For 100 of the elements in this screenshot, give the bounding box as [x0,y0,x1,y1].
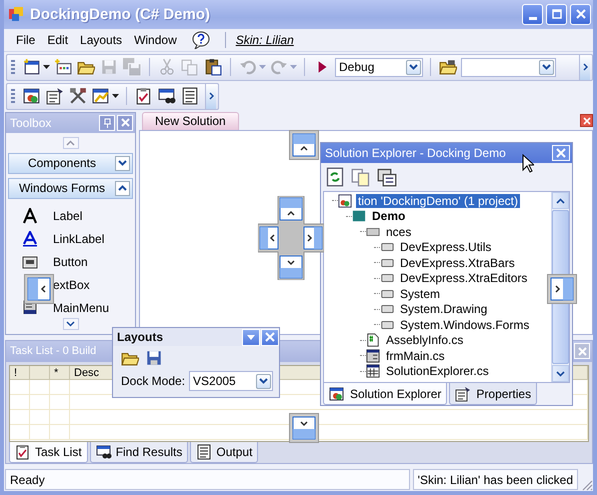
dock-left-icon[interactable] [24,274,54,304]
dock-bottom-icon[interactable] [289,413,319,443]
toolbar-overflow-button[interactable] [579,54,590,80]
panel-tab[interactable]: Find Results [90,442,188,463]
paste-icon[interactable] [204,58,222,76]
minimize-button[interactable] [522,4,543,25]
close-icon [582,116,590,125]
tree-item[interactable]: Demo [370,209,408,224]
new-item-icon[interactable] [54,58,72,76]
tools-icon[interactable] [69,87,87,106]
pin-button[interactable] [99,114,115,131]
menu-item[interactable]: Edit [41,30,74,49]
tree-item[interactable]: System.Windows.Forms [398,318,532,332]
tree-item[interactable]: DevExpress.XtraEditors [398,271,530,286]
dropdown-arrow-icon[interactable] [43,65,50,70]
toolbox-group[interactable]: Components [8,152,133,174]
menu-item[interactable]: Window [128,30,183,49]
class-file-icon [366,364,380,378]
tree-item[interactable]: System.Drawing [398,302,490,316]
configuration-dropdown[interactable]: Debug [335,58,423,77]
toolbox-item[interactable]: Label [53,208,82,223]
dock-mode-dropdown[interactable]: VS2005 [189,371,273,391]
panel-tab[interactable]: Task List [9,442,88,463]
menu-button[interactable] [242,328,260,346]
chevron-right-icon [208,92,214,100]
toolbox-item[interactable]: MainMenu [53,300,110,314]
chart-window-icon[interactable] [92,87,110,106]
tree-item[interactable]: DevExpress.Utils [398,240,494,254]
app-icon [8,6,24,22]
field-label: Dock Mode: [121,374,186,388]
document-icon[interactable] [181,87,199,106]
dropdown-arrow-icon[interactable] [112,94,119,98]
toolbar-overflow-button[interactable] [205,84,216,109]
toolbox-item[interactable]: extBox [53,278,90,292]
toolbox-item[interactable]: LinkLabel [53,232,104,246]
binoculars-window-icon [96,444,112,460]
palette-window-icon [329,386,345,402]
code-file-icon [366,333,380,348]
palette-window-icon[interactable] [23,87,41,106]
dock-guide-drawing[interactable] [258,196,324,280]
save-icon[interactable] [145,349,163,367]
close-button[interactable] [261,328,279,346]
panel-tab[interactable]: Solution Explorer [323,383,448,405]
refresh-icon[interactable] [325,167,345,187]
close-icon [578,346,586,356]
panel-title: Toolbox [10,116,52,130]
skin-link[interactable]: Skin: Lilian [234,32,296,47]
document-tab[interactable]: New Solution [142,112,239,130]
clipboard-icon[interactable] [135,87,153,106]
button-icon [22,254,38,270]
scroll-down-button[interactable] [62,318,78,330]
help-icon[interactable] [190,30,211,49]
tree-item[interactable]: nces [384,224,414,239]
chevron-down-icon [259,378,268,384]
toolbox-item[interactable]: Button [53,254,88,269]
cursor-icon [522,154,534,173]
chevron-right-icon [582,63,588,72]
status-text: Ready [5,469,410,490]
scroll-up-button[interactable] [62,136,78,149]
panel-tab[interactable]: Output [190,442,258,463]
dock-right-icon[interactable] [547,274,577,304]
toolbar-grip[interactable] [11,60,15,74]
folder-icon[interactable] [439,58,457,76]
copy-icon[interactable] [351,167,371,187]
dock-top-icon[interactable] [289,130,319,160]
close-button[interactable] [117,114,133,131]
panel-tab[interactable]: Properties [449,383,538,405]
binoculars-window-icon[interactable] [158,87,176,106]
solution-icon [338,194,352,208]
tree-item[interactable]: tion 'DockingDemo' (1 project) [356,194,520,208]
close-document-button[interactable] [580,114,593,128]
tree-item[interactable]: SolutionExplorer.cs [384,364,491,378]
maximize-button[interactable] [546,4,567,25]
tree-item[interactable]: System [398,286,442,301]
panel-title: Task List - 0 Build [10,345,96,358]
chevron-up-icon [556,198,565,204]
menu-item[interactable]: Layouts [74,30,128,49]
properties-icon[interactable] [46,87,64,106]
column-header[interactable]: ! [10,366,30,380]
window-title: DockingDemo (C# Demo) [30,6,212,23]
column-header[interactable]: * [50,366,70,380]
close-icon [265,332,275,342]
close-icon [120,118,130,128]
menu-item[interactable]: File [10,30,42,49]
tree-item[interactable]: frmMain.cs [384,348,447,363]
toolbox-group[interactable]: Windows Forms [8,178,133,199]
chevron-down-icon [409,64,418,70]
project-icon [352,209,366,224]
chevron-down-icon [542,64,551,70]
tree-item[interactable]: DevExpress.XtraBars [398,256,517,270]
chevron-down-icon [556,370,565,376]
new-window-icon[interactable] [23,58,41,76]
form-file-icon [366,348,380,363]
close-button[interactable] [552,145,570,161]
toolbar-grip[interactable] [11,89,15,104]
resize-grip-icon[interactable] [581,479,593,491]
close-button[interactable] [570,4,591,25]
properties-icon[interactable] [377,167,397,187]
maximize-icon [552,9,562,20]
tree-item[interactable]: AsseblyInfo.cs [384,333,466,348]
